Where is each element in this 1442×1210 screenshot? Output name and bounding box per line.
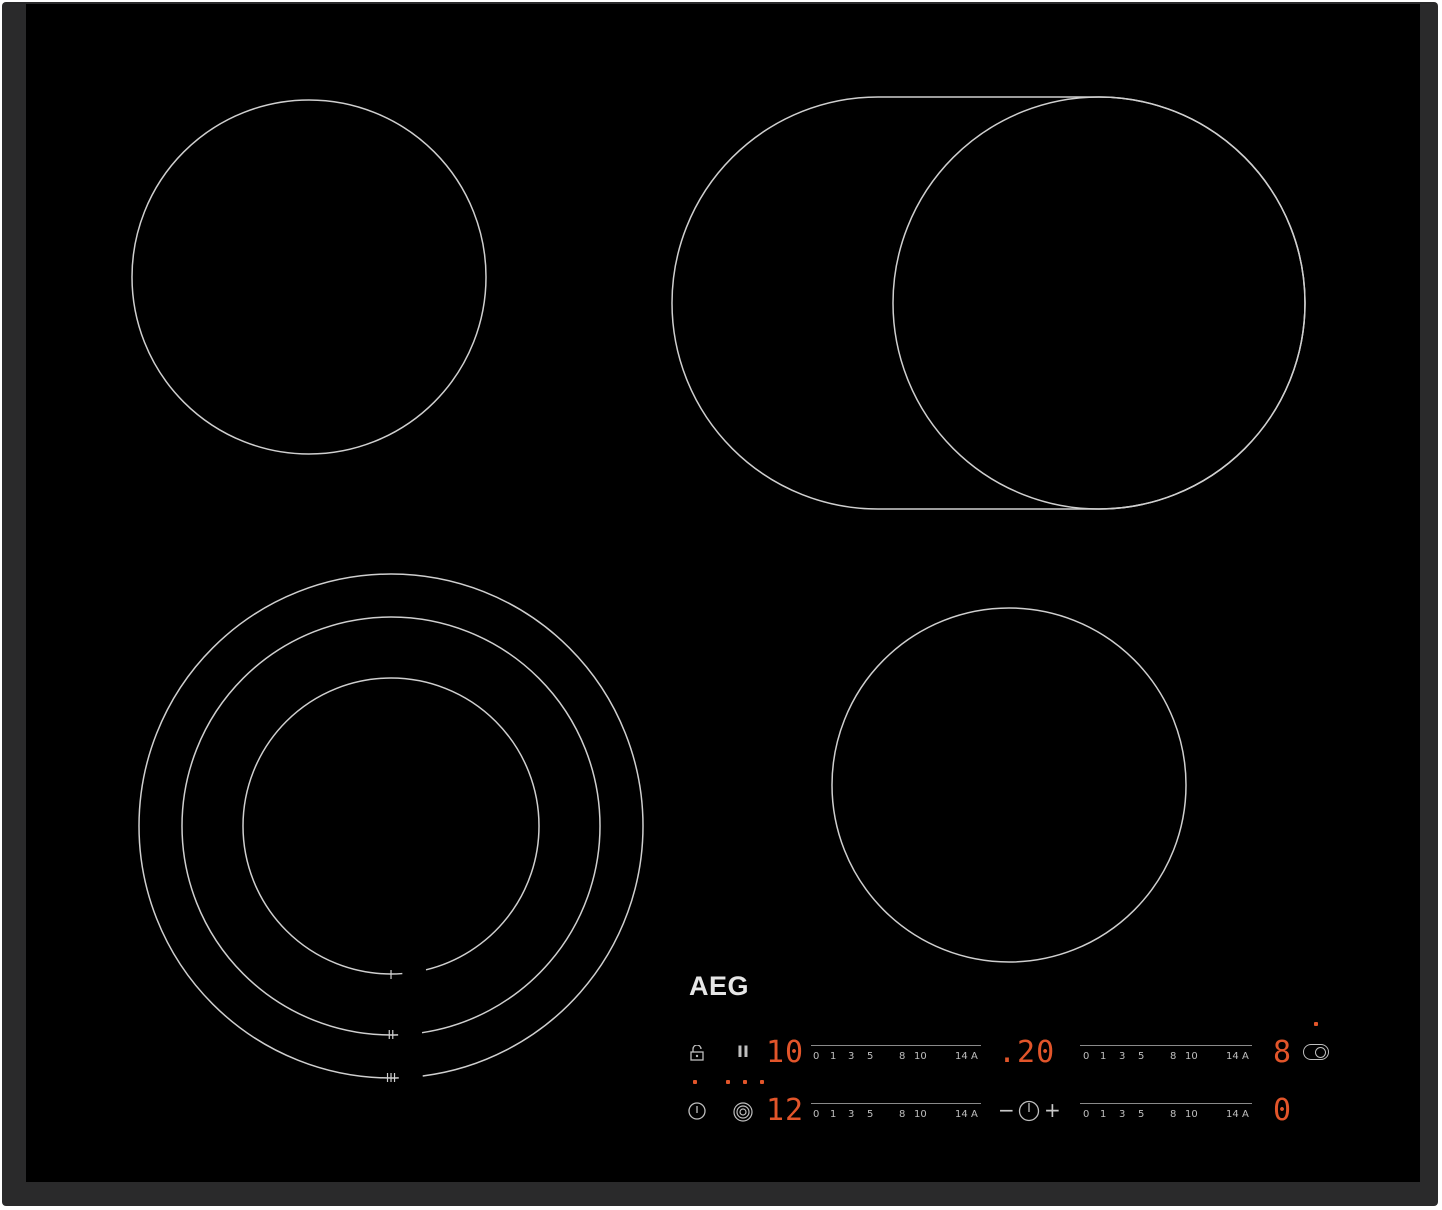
zone-top-right-inner xyxy=(892,96,1306,510)
induction-hob: I II III AEG II 10 0 1 3 5 8 10 14 A .20… xyxy=(0,0,1442,1210)
slider-tick: 5 xyxy=(867,1109,874,1120)
slider-tick: 0 xyxy=(1083,1051,1090,1062)
slider-front-right[interactable]: 0 1 3 5 8 10 14 A xyxy=(1080,1103,1252,1127)
rear-right-level-display: 8 xyxy=(1273,1035,1293,1070)
rear-left-level-display: 12 xyxy=(766,1093,805,1128)
slider-tick: 5 xyxy=(1138,1051,1145,1062)
slider-track xyxy=(811,1103,981,1104)
ring-mark-2: II xyxy=(387,1028,394,1042)
slider-tick: 1 xyxy=(830,1051,837,1062)
ring-select-icon[interactable] xyxy=(733,1102,753,1125)
slider-tick: A xyxy=(1242,1109,1249,1120)
slider-tick: 0 xyxy=(813,1109,820,1120)
slider-tick: 8 xyxy=(899,1051,906,1062)
slider-track xyxy=(1080,1103,1252,1104)
timer-display: .20 xyxy=(998,1035,1056,1070)
indicator-dot xyxy=(1314,1022,1318,1026)
slider-tick: 14 xyxy=(1226,1051,1239,1062)
brand-logo: AEG xyxy=(689,971,750,1001)
slider-tick: 8 xyxy=(1170,1051,1177,1062)
slider-tick: 10 xyxy=(1185,1109,1198,1120)
indicator-dot xyxy=(743,1080,747,1084)
indicator-dot xyxy=(760,1080,764,1084)
bridge-icon[interactable] xyxy=(1303,1044,1329,1060)
zone-top-right-oval xyxy=(671,96,1306,510)
timer-plus-button[interactable]: + xyxy=(1044,1100,1061,1120)
slider-tick: 1 xyxy=(830,1109,837,1120)
zone-bottom-left-outer xyxy=(138,573,644,1079)
indicator-dot xyxy=(693,1080,697,1084)
slider-tick: 3 xyxy=(848,1051,855,1062)
slider-tick: A xyxy=(971,1051,978,1062)
slider-tick: 14 xyxy=(1226,1109,1239,1120)
zone-bottom-left-inner xyxy=(242,677,540,975)
slider-tick: 1 xyxy=(1100,1109,1107,1120)
slider-rear-left[interactable]: 0 1 3 5 8 10 14 A xyxy=(811,1103,981,1127)
slider-track xyxy=(811,1045,981,1046)
slider-tick: A xyxy=(971,1109,978,1120)
slider-tick: 14 xyxy=(955,1109,968,1120)
timer-clock-icon[interactable] xyxy=(1018,1100,1040,1125)
front-left-level-display: 10 xyxy=(766,1035,805,1070)
slider-tick: 3 xyxy=(848,1109,855,1120)
slider-tick: 5 xyxy=(1138,1109,1145,1120)
pause-button[interactable]: II xyxy=(737,1044,749,1060)
slider-tick: 8 xyxy=(1170,1109,1177,1120)
zone-bottom-right xyxy=(831,607,1187,963)
slider-tick: 0 xyxy=(813,1051,820,1062)
slider-tick: 10 xyxy=(914,1051,927,1062)
slider-track xyxy=(1080,1045,1252,1046)
slider-tick: 10 xyxy=(1185,1051,1198,1062)
slider-tick: 0 xyxy=(1083,1109,1090,1120)
slider-tick: 8 xyxy=(899,1109,906,1120)
slider-tick: 3 xyxy=(1119,1109,1126,1120)
zone-top-left xyxy=(131,99,487,455)
front-right-level-display: 0 xyxy=(1273,1093,1293,1128)
slider-tick: 3 xyxy=(1119,1051,1126,1062)
slider-front-left[interactable]: 0 1 3 5 8 10 14 A xyxy=(811,1045,981,1069)
ring-mark-3: III xyxy=(386,1071,397,1085)
timer-minus-button[interactable]: − xyxy=(998,1100,1015,1120)
slider-tick: 5 xyxy=(867,1051,874,1062)
slider-rear-right[interactable]: 0 1 3 5 8 10 14 A xyxy=(1080,1045,1252,1069)
slider-tick: 14 xyxy=(955,1051,968,1062)
power-icon[interactable] xyxy=(688,1102,706,1123)
lock-icon[interactable] xyxy=(689,1044,705,1064)
cooking-zones: I II III xyxy=(131,96,1306,1085)
slider-tick: A xyxy=(1242,1051,1249,1062)
indicator-dot xyxy=(726,1080,730,1084)
slider-tick: 10 xyxy=(914,1109,927,1120)
ring-mark-1: I xyxy=(389,968,393,982)
slider-tick: 1 xyxy=(1100,1051,1107,1062)
